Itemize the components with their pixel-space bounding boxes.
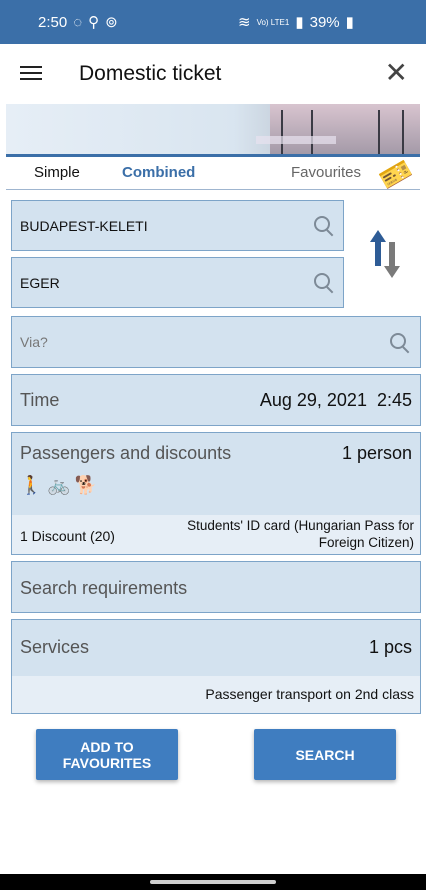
tab-favourites[interactable]: Favourites — [291, 164, 361, 181]
header-banner-image — [6, 104, 420, 154]
close-icon[interactable]: ✕ — [385, 56, 408, 89]
passengers-count: 1 person — [341, 443, 412, 463]
signal-icon: ▮ — [295, 14, 304, 31]
via-placeholder: Via? — [20, 334, 48, 350]
wifi-icon: ≋ — [238, 14, 251, 31]
home-indicator[interactable] — [150, 880, 276, 884]
bicycle-icon: 🚲 — [47, 475, 70, 495]
from-station-value: BUDAPEST-KELETI — [20, 218, 148, 234]
services-detail: Passenger transport on 2nd class — [12, 676, 420, 713]
passengers-section[interactable]: Passengers and discounts 1 person 🚶 🚲 🐕 … — [11, 432, 421, 555]
time-label: Time — [20, 390, 60, 410]
search-requirements-row[interactable]: Search requirements — [11, 561, 421, 613]
whatsapp-icon: ◌ — [73, 13, 83, 31]
tab-combined[interactable]: Combined — [122, 164, 195, 181]
services-description: Passenger transport on 2nd class — [205, 686, 414, 702]
app-bar: Domestic ticket ✕ — [0, 44, 426, 104]
tabs-bottom-border — [6, 189, 420, 190]
from-station-field[interactable]: BUDAPEST-KELETI — [11, 200, 344, 251]
to-station-field[interactable]: EGER — [11, 257, 344, 308]
add-to-favourites-button[interactable]: ADD TO FAVOURITES — [36, 729, 178, 780]
search-button-label: SEARCH — [295, 746, 355, 763]
passengers-label: Passengers and discounts — [20, 443, 232, 463]
search-button[interactable]: SEARCH — [254, 729, 396, 780]
tab-bar: Simple Combined Favourites 🎫 — [6, 153, 420, 195]
battery-label: 39% — [309, 13, 340, 31]
signal-label: Vo) LTE1 — [256, 17, 290, 27]
via-station-field[interactable]: Via? — [11, 316, 421, 368]
add-to-favourites-label-1: ADD TO — [80, 738, 134, 755]
discount-row: 1 Discount (20) Students' ID card (Hunga… — [12, 515, 420, 554]
status-bar: 2:50 ◌ ⚲ ⊚ ≋ Vo) LTE1 ▮ 39% ▮ — [0, 0, 426, 44]
discount-label: 1 Discount (20) — [20, 528, 115, 544]
status-time: 2:50 — [38, 13, 68, 31]
menu-icon[interactable] — [20, 62, 42, 82]
notification-icon: ⚲ — [88, 14, 100, 31]
search-icon[interactable] — [314, 273, 334, 294]
passenger-icons: 🚶 🚲 🐕 — [20, 475, 97, 496]
tab-simple[interactable]: Simple — [34, 164, 80, 181]
battery-icon: ▮ — [345, 14, 354, 31]
add-to-favourites-label-2: FAVOURITES — [62, 754, 152, 771]
services-section[interactable]: Services 1 pcs Passenger transport on 2n… — [11, 619, 421, 714]
swap-stations-icon[interactable] — [368, 228, 404, 280]
dog-icon: 🐕 — [74, 475, 98, 495]
location-icon: ⊚ — [105, 14, 118, 31]
search-icon[interactable] — [390, 333, 410, 354]
services-count: 1 pcs — [368, 637, 412, 657]
time-row[interactable]: Time Aug 29, 2021 2:45 — [11, 374, 421, 426]
search-requirements-label: Search requirements — [20, 578, 188, 598]
search-icon[interactable] — [314, 216, 334, 237]
services-label: Services — [20, 637, 90, 657]
person-icon: 🚶 — [20, 475, 43, 495]
page-title: Domestic ticket — [79, 62, 222, 85]
time-value: Aug 29, 2021 2:45 — [259, 390, 412, 410]
to-station-value: EGER — [20, 275, 60, 291]
discount-description: Students' ID card (Hungarian Pass for Fo… — [187, 518, 414, 550]
system-nav-bar — [0, 874, 426, 890]
